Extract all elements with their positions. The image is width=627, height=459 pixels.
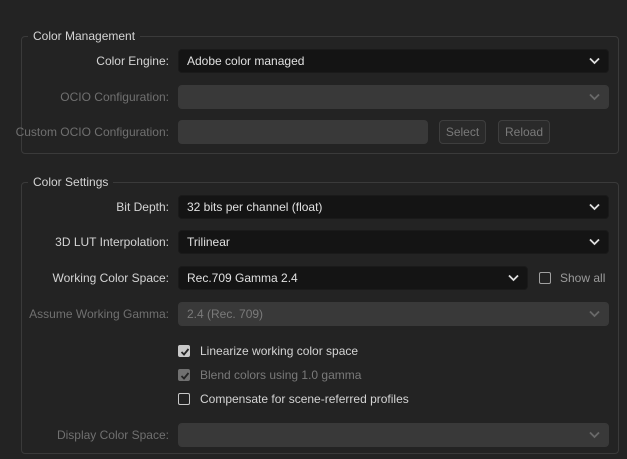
lut-interpolation-value: Trilinear <box>187 235 230 249</box>
checkbox-box[interactable] <box>178 393 190 405</box>
chevron-down-icon <box>589 310 600 318</box>
blend-colors-label: Blend colors using 1.0 gamma <box>200 368 362 382</box>
bit-depth-value: 32 bits per channel (float) <box>187 200 323 214</box>
checkmark-icon <box>180 348 190 356</box>
lut-interpolation-dropdown[interactable]: Trilinear <box>178 230 609 254</box>
color-engine-row: Color Engine: Adobe color managed <box>22 49 618 73</box>
custom-ocio-configuration-label: Custom OCIO Configuration: <box>15 125 169 139</box>
lut-interpolation-row: 3D LUT Interpolation: Trilinear <box>22 230 618 254</box>
reload-button[interactable]: Reload <box>498 120 550 144</box>
ocio-configuration-label: OCIO Configuration: <box>60 90 169 104</box>
color-management-title: Color Management <box>28 29 141 44</box>
show-all-label: Show all <box>560 271 606 285</box>
color-settings-title: Color Settings <box>28 175 114 190</box>
display-color-space-label: Display Color Space: <box>56 428 169 442</box>
chevron-down-icon <box>589 93 600 101</box>
bit-depth-label: Bit Depth: <box>116 200 169 214</box>
assume-working-gamma-row: Assume Working Gamma: 2.4 (Rec. 709) <box>22 302 618 326</box>
color-engine-dropdown[interactable]: Adobe color managed <box>178 49 609 73</box>
checkmark-icon <box>180 372 190 380</box>
custom-ocio-configuration-row: Custom OCIO Configuration: Select Reload <box>16 120 618 144</box>
chevron-down-icon <box>589 238 600 246</box>
bit-depth-row: Bit Depth: 32 bits per channel (float) <box>22 195 618 219</box>
working-color-space-label: Working Color Space: <box>52 271 170 285</box>
assume-working-gamma-dropdown[interactable]: 2.4 (Rec. 709) <box>178 302 609 326</box>
compensate-label: Compensate for scene-referred profiles <box>200 392 409 406</box>
ocio-configuration-dropdown[interactable] <box>178 85 609 109</box>
color-management-group: Color Management Color Engine: Adobe col… <box>16 29 619 154</box>
assume-working-gamma-value: 2.4 (Rec. 709) <box>187 307 264 321</box>
ocio-configuration-row: OCIO Configuration: <box>22 85 618 109</box>
chevron-down-icon <box>589 431 600 439</box>
checkbox-box[interactable] <box>178 369 190 381</box>
linearize-label: Linearize working color space <box>200 344 359 358</box>
display-color-space-row: Display Color Space: <box>22 423 618 447</box>
lut-interpolation-label: 3D LUT Interpolation: <box>55 235 169 249</box>
display-color-space-dropdown[interactable] <box>178 423 609 447</box>
checkbox-box[interactable] <box>178 345 190 357</box>
color-engine-label: Color Engine: <box>96 54 169 68</box>
chevron-down-icon <box>589 203 600 211</box>
working-color-space-dropdown[interactable]: Rec.709 Gamma 2.4 <box>178 266 528 290</box>
working-color-space-value: Rec.709 Gamma 2.4 <box>187 271 298 285</box>
working-color-space-row: Working Color Space: Rec.709 Gamma 2.4 S… <box>22 266 618 290</box>
color-settings-group: Color Settings Bit Depth: 32 bits per ch… <box>21 175 619 454</box>
select-button[interactable]: Select <box>439 120 486 144</box>
custom-ocio-path-field[interactable] <box>178 120 428 144</box>
checkbox-box[interactable] <box>539 272 551 284</box>
color-engine-value: Adobe color managed <box>187 54 305 68</box>
assume-working-gamma-label: Assume Working Gamma: <box>29 307 169 321</box>
chevron-down-icon <box>508 274 519 282</box>
chevron-down-icon <box>589 57 600 65</box>
bit-depth-dropdown[interactable]: 32 bits per channel (float) <box>178 195 609 219</box>
